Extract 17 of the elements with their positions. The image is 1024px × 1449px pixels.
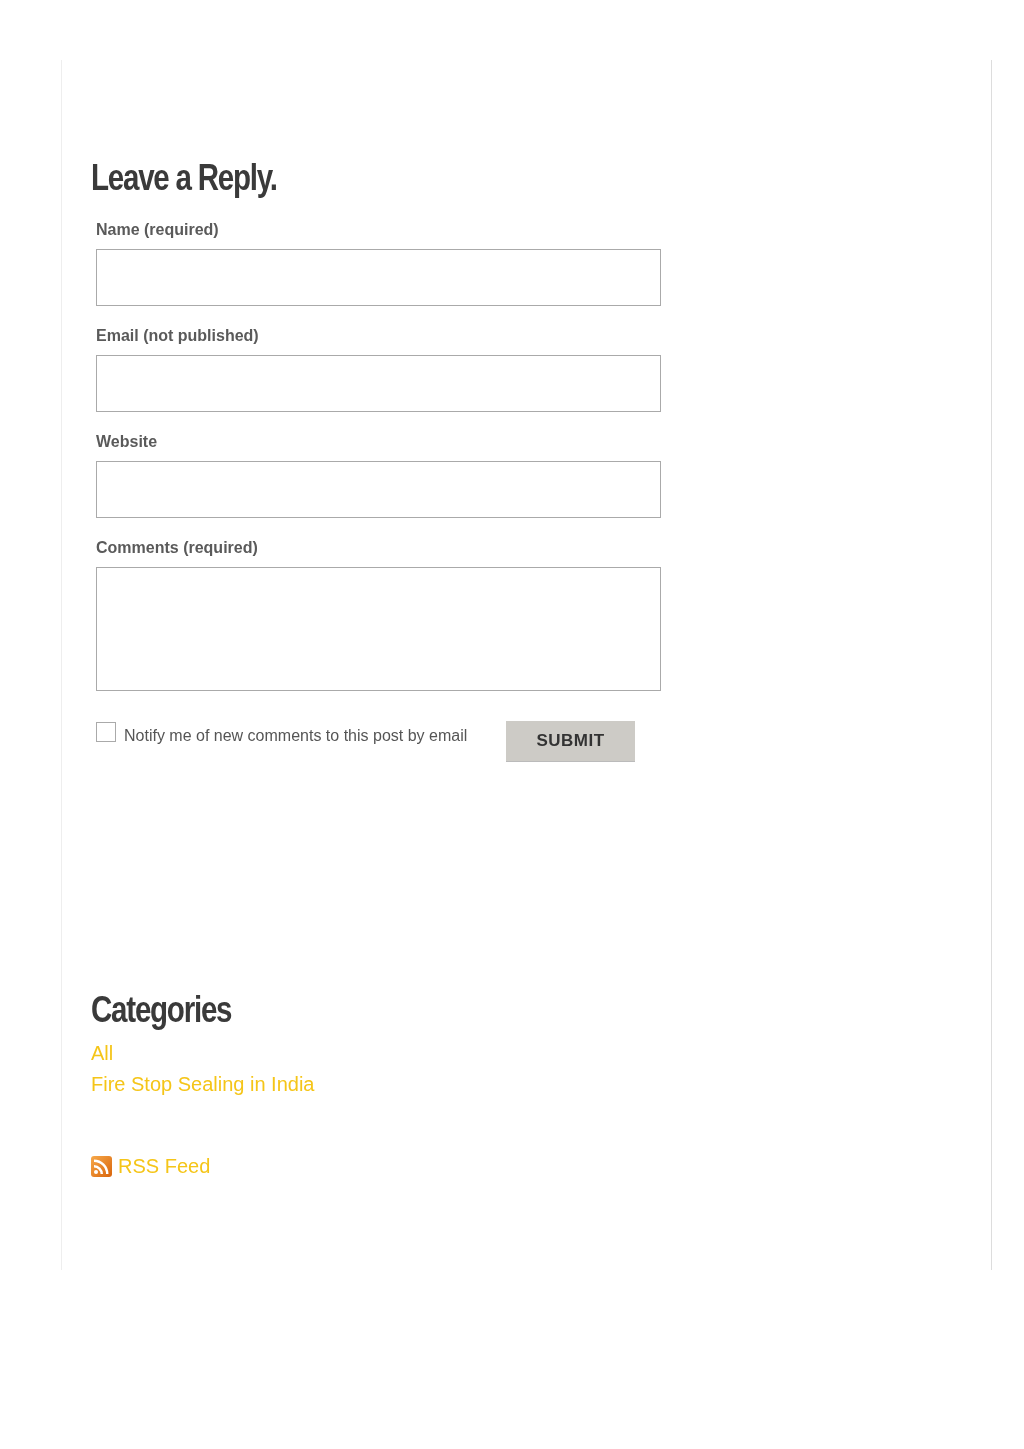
input-field[interactable] (96, 461, 661, 518)
submit-button[interactable]: SUBMIT (506, 721, 635, 762)
section-heading: Categories (91, 988, 232, 1032)
field-label: Email (not published) (96, 326, 260, 346)
field-label: Website (96, 432, 159, 452)
input-field[interactable] (96, 249, 661, 306)
section-heading: Leave a Reply. (91, 156, 277, 200)
category-link[interactable]: All (91, 1038, 114, 1069)
category-link[interactable]: Fire Stop Sealing in India (91, 1069, 315, 1100)
rss-feed-link[interactable]: RSS Feed (118, 1151, 211, 1182)
notify-label: Notify me of new comments to this post by email (124, 727, 469, 745)
field-label: Name (required) (96, 220, 220, 240)
input-field[interactable] (96, 355, 661, 412)
notify-checkbox[interactable] (96, 722, 116, 742)
field-label: Comments (required) (96, 538, 259, 558)
rss-icon (91, 1156, 112, 1177)
comments-field[interactable] (96, 567, 661, 691)
